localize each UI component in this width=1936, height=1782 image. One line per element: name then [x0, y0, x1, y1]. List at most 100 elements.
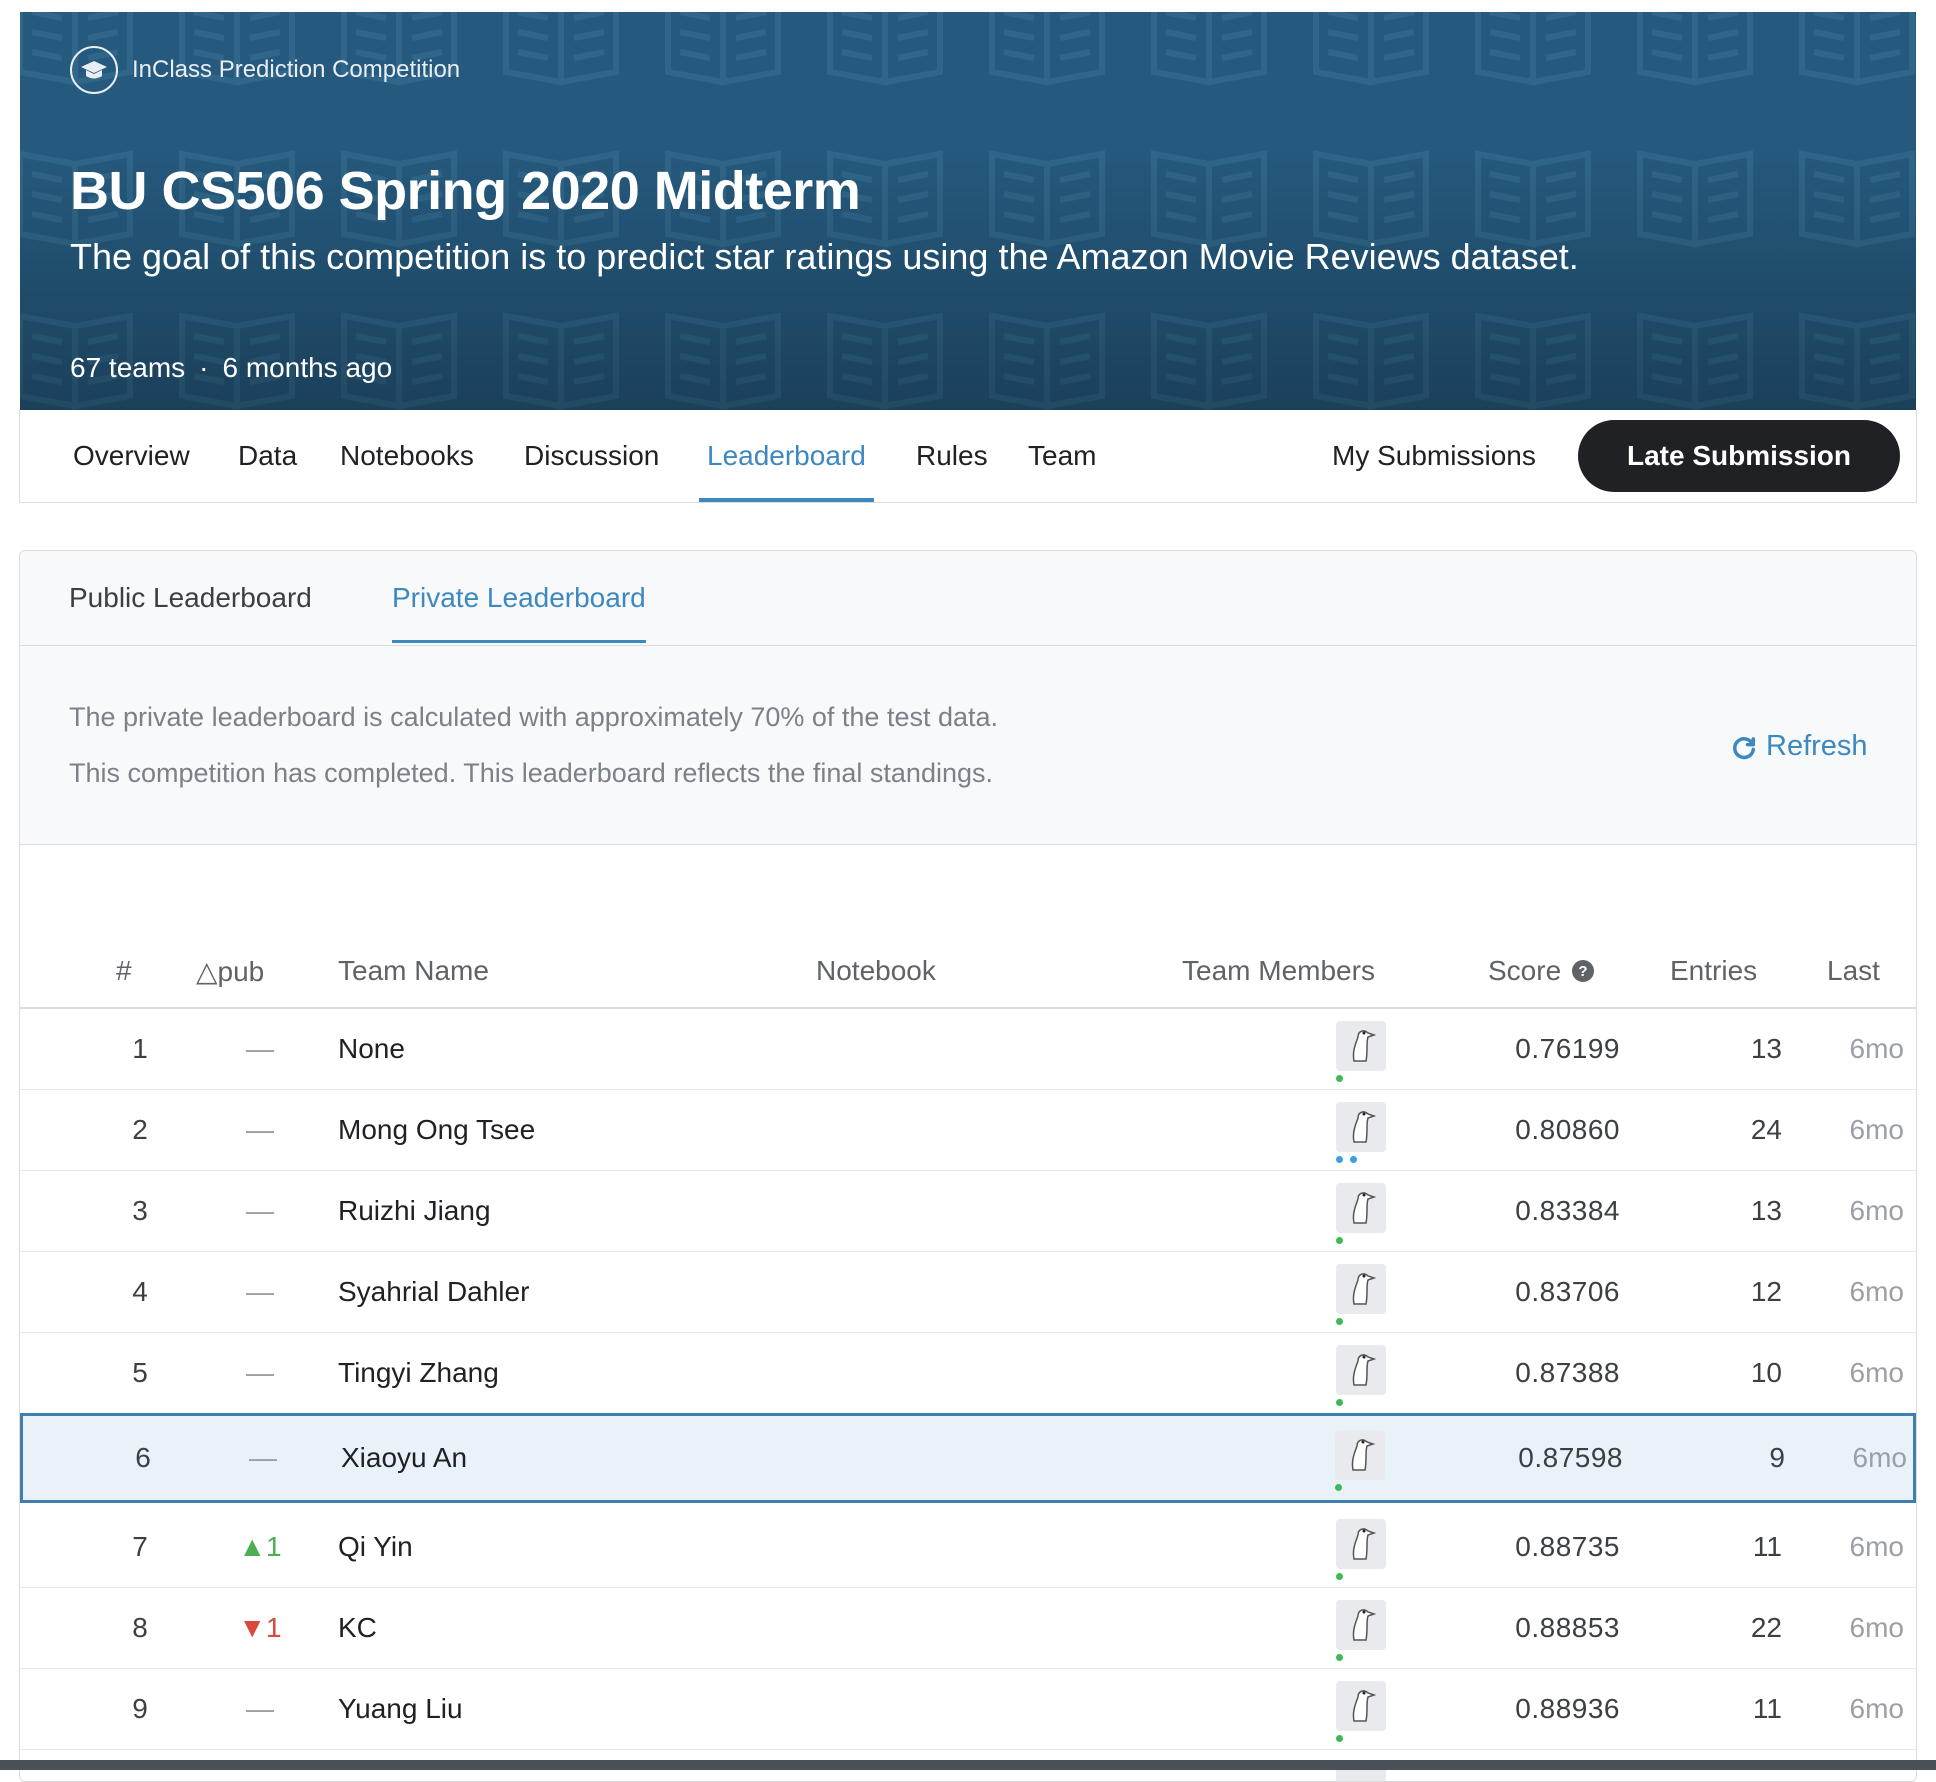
late-submission-button[interactable]: Late Submission: [1578, 420, 1900, 492]
competition-title: BU CS506 Spring 2020 Midterm: [70, 161, 861, 221]
team-name[interactable]: Xiaoyu An: [341, 1416, 467, 1500]
col-team-name: Team Name: [338, 955, 489, 986]
graduation-cap-icon: [70, 46, 118, 94]
last-submission: 6mo: [1849, 1612, 1904, 1643]
goose-avatar-icon[interactable]: [1336, 1102, 1386, 1152]
team-name[interactable]: Yuang Liu: [338, 1669, 463, 1749]
presence-dot: [1336, 1573, 1343, 1580]
entries: 11: [1752, 1693, 1782, 1724]
my-submissions-link[interactable]: My Submissions: [1332, 410, 1536, 502]
tab-public-leaderboard[interactable]: Public Leaderboard: [69, 551, 312, 645]
team-name[interactable]: Tingyi Zhang: [338, 1333, 499, 1413]
score: 0.83384: [1515, 1195, 1620, 1226]
rank: 9: [132, 1693, 148, 1724]
presence-dot: [1336, 1075, 1343, 1082]
notice-line-1: The private leaderboard is calculated wi…: [69, 702, 999, 732]
goose-avatar-icon[interactable]: [1336, 1345, 1386, 1395]
table-row-highlighted[interactable]: 6 — Xiaoyu An 0.87598 9 6mo: [20, 1413, 1916, 1503]
rank: 6: [135, 1442, 151, 1473]
tab-notebooks[interactable]: Notebooks: [340, 410, 474, 502]
table-row[interactable]: 8 ▼1 KC 0.88853 22 6mo: [20, 1588, 1916, 1669]
tab-private-leaderboard[interactable]: Private Leaderboard: [392, 551, 646, 645]
table-row[interactable]: 4 — Syahrial Dahler 0.83706 12 6mo: [20, 1252, 1916, 1333]
last-submission: 6mo: [1849, 1195, 1904, 1226]
delta-pub: ▲1: [238, 1531, 282, 1562]
tab-discussion[interactable]: Discussion: [524, 410, 659, 502]
rank: 4: [132, 1276, 148, 1307]
col-score-label: Score: [1488, 955, 1562, 986]
table-row[interactable]: 7 ▲1 Qi Yin 0.88735 11 6mo: [20, 1507, 1916, 1588]
delta-pub: —: [246, 1276, 274, 1307]
last-submission: 6mo: [1852, 1442, 1907, 1473]
score: 0.87598: [1518, 1442, 1623, 1473]
meta-separator: ·: [199, 352, 209, 383]
refresh-button[interactable]: Refresh: [1730, 730, 1868, 763]
tab-overview[interactable]: Overview: [73, 410, 190, 502]
goose-avatar-icon[interactable]: [1336, 1264, 1386, 1314]
rank: 2: [132, 1114, 148, 1145]
score: 0.80860: [1515, 1114, 1620, 1145]
window-bottom-edge: [0, 1760, 1936, 1770]
team-name[interactable]: None: [338, 1009, 405, 1089]
team-name[interactable]: Qi Yin: [338, 1507, 413, 1587]
tab-leaderboard[interactable]: Leaderboard: [699, 410, 874, 502]
delta-pub: —: [246, 1357, 274, 1388]
col-notebook: Notebook: [816, 955, 936, 986]
goose-avatar-icon[interactable]: [1336, 1021, 1386, 1071]
entries: 10: [1750, 1357, 1782, 1388]
col-entries: Entries: [1670, 955, 1758, 986]
team-name[interactable]: Syahrial Dahler: [338, 1252, 529, 1332]
last-submission: 6mo: [1849, 1531, 1904, 1562]
goose-avatar-icon[interactable]: [1336, 1519, 1386, 1569]
tab-team[interactable]: Team: [1028, 410, 1096, 502]
competition-type-label: InClass Prediction Competition: [132, 56, 461, 83]
presence-dot: [1336, 1735, 1343, 1742]
goose-avatar-icon[interactable]: [1335, 1430, 1385, 1480]
goose-avatar-icon[interactable]: [1336, 1183, 1386, 1233]
table-row[interactable]: 1 — None 0.76199 13 6mo: [20, 1009, 1916, 1090]
competition-header: InClass Prediction Competition BU CS506 …: [20, 12, 1916, 410]
presence-dot: [1336, 1318, 1343, 1325]
leaderboard-notice: The private leaderboard is calculated wi…: [20, 645, 1916, 845]
presence-dot: [1336, 1399, 1343, 1406]
refresh-label: Refresh: [1766, 730, 1868, 762]
team-name[interactable]: Ruizhi Jiang: [338, 1171, 491, 1251]
team-name[interactable]: KC: [338, 1588, 377, 1668]
entries: 9: [1769, 1442, 1785, 1473]
presence-dot: [1350, 1156, 1357, 1163]
table-row[interactable]: 3 — Ruizhi Jiang 0.83384 13 6mo: [20, 1171, 1916, 1252]
presence-dot: [1336, 1654, 1343, 1661]
entries: 22: [1750, 1612, 1782, 1643]
table-row[interactable]: 5 — Tingyi Zhang 0.87388 10 6mo: [20, 1333, 1916, 1414]
col-delta-pub: △pub: [196, 956, 265, 987]
goose-avatar-icon[interactable]: [1336, 1681, 1386, 1731]
time-ago: 6 months ago: [222, 352, 393, 383]
score: 0.88735: [1515, 1531, 1620, 1562]
team-name[interactable]: Mong Ong Tsee: [338, 1090, 535, 1170]
tab-rules[interactable]: Rules: [916, 410, 988, 502]
table-row[interactable]: 2 — Mong Ong Tsee 0.80860 24 6mo: [20, 1090, 1916, 1171]
rank: 5: [132, 1357, 148, 1388]
score: 0.88853: [1515, 1612, 1620, 1643]
presence-dot: [1335, 1484, 1342, 1491]
score: 0.83706: [1515, 1276, 1620, 1307]
presence-dot: [1336, 1156, 1343, 1163]
delta-pub: —: [246, 1693, 274, 1724]
col-last: Last: [1827, 955, 1880, 986]
competition-meta: 67 teams · 6 months ago: [70, 352, 392, 384]
last-submission: 6mo: [1849, 1033, 1904, 1064]
rank: 1: [132, 1033, 148, 1064]
rank: 8: [132, 1612, 148, 1643]
tab-data[interactable]: Data: [238, 410, 297, 502]
col-score[interactable]: Score ?: [1488, 955, 1595, 987]
refresh-icon: [1733, 736, 1756, 759]
help-icon[interactable]: ?: [1571, 959, 1595, 983]
competition-type: InClass Prediction Competition: [70, 46, 460, 94]
table-row[interactable]: 9 — Yuang Liu 0.88936 11 6mo: [20, 1669, 1916, 1750]
leaderboard-card: Public Leaderboard Private Leaderboard T…: [19, 550, 1917, 1782]
score: 0.87388: [1515, 1357, 1620, 1388]
svg-text:?: ?: [1579, 963, 1588, 980]
leaderboard-tabs: Public Leaderboard Private Leaderboard: [20, 551, 1916, 645]
goose-avatar-icon[interactable]: [1336, 1600, 1386, 1650]
competition-nav: Overview Data Notebooks Discussion Leade…: [19, 410, 1917, 503]
